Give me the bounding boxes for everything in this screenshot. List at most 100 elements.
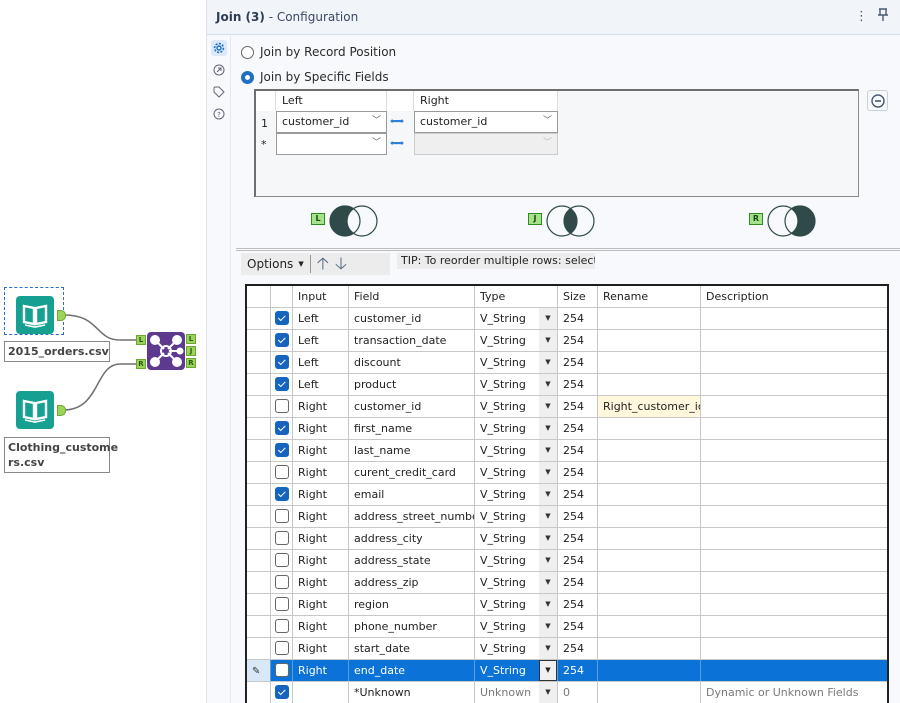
type-dropdown-icon[interactable]: ▼ (539, 462, 557, 483)
include-checkbox[interactable] (275, 421, 289, 435)
type-dropdown-icon[interactable]: ▼ (539, 682, 557, 703)
header-rename[interactable]: Rename (598, 286, 701, 307)
rename-cell[interactable] (598, 330, 701, 351)
remove-row-button[interactable] (867, 90, 888, 111)
size-cell[interactable]: 254 (558, 616, 598, 637)
include-checkbox[interactable] (275, 641, 289, 655)
join-input-anchor-right[interactable]: R (136, 359, 146, 369)
header-input[interactable]: Input (293, 286, 349, 307)
table-row[interactable]: Right address_street_number V_String ▼ 254 (247, 506, 887, 528)
row-selector[interactable] (247, 374, 271, 395)
row-selector[interactable] (247, 418, 271, 439)
table-row[interactable]: Right address_city V_String ▼ 254 (247, 528, 887, 550)
table-row[interactable]: Right last_name V_String ▼ 254 (247, 440, 887, 462)
table-row[interactable]: Left transaction_date V_String ▼ 254 (247, 330, 887, 352)
table-row[interactable]: ✎ Right end_date V_String ▼ 254 (247, 660, 887, 682)
row-selector[interactable] (247, 484, 271, 505)
size-cell[interactable]: 254 (558, 418, 598, 439)
output-anchor[interactable] (57, 405, 66, 416)
type-cell[interactable]: V_String ▼ (475, 506, 558, 527)
row-selector[interactable] (247, 440, 271, 461)
input-tool-orders[interactable] (2, 282, 66, 334)
join-output-anchor-join[interactable]: J (186, 346, 196, 356)
pin-icon[interactable] (877, 8, 889, 26)
table-row[interactable]: Left customer_id V_String ▼ 254 (247, 308, 887, 330)
type-cell[interactable]: Unknown ▼ (475, 682, 558, 703)
table-row[interactable]: Right address_state V_String ▼ 254 (247, 550, 887, 572)
type-cell[interactable]: V_String ▼ (475, 462, 558, 483)
row-selector[interactable] (247, 572, 271, 593)
rename-cell[interactable] (598, 616, 701, 637)
include-checkbox[interactable] (275, 509, 289, 523)
include-checkbox[interactable] (275, 553, 289, 567)
description-cell[interactable] (701, 374, 887, 395)
type-cell[interactable]: V_String ▼ (475, 396, 558, 417)
description-cell[interactable] (701, 462, 887, 483)
description-cell[interactable] (701, 528, 887, 549)
description-cell[interactable] (701, 638, 887, 659)
tag-icon[interactable] (211, 84, 227, 100)
description-cell[interactable] (701, 506, 887, 527)
type-cell[interactable]: V_String ▼ (475, 594, 558, 615)
radio-button[interactable] (241, 70, 254, 84)
header-type[interactable]: Type (475, 286, 558, 307)
more-options-icon[interactable]: ⋮ (855, 9, 868, 24)
row-selector[interactable] (247, 594, 271, 615)
type-dropdown-icon[interactable]: ▼ (539, 506, 557, 527)
type-dropdown-icon[interactable]: ▼ (539, 418, 557, 439)
size-cell[interactable]: 254 (558, 440, 598, 461)
type-cell[interactable]: V_String ▼ (475, 440, 558, 461)
type-cell[interactable]: V_String ▼ (475, 352, 558, 373)
description-cell[interactable] (701, 330, 887, 351)
include-checkbox[interactable] (275, 465, 289, 479)
size-cell[interactable]: 254 (558, 308, 598, 329)
size-cell[interactable]: 254 (558, 462, 598, 483)
join-tool[interactable] (147, 332, 185, 370)
size-cell[interactable]: 254 (558, 572, 598, 593)
include-checkbox[interactable] (275, 619, 289, 633)
table-row[interactable]: Right first_name V_String ▼ 254 (247, 418, 887, 440)
description-cell[interactable] (701, 616, 887, 637)
annotation-icon[interactable] (211, 62, 227, 78)
options-dropdown-button[interactable]: Options ▼ (241, 255, 311, 273)
rename-cell[interactable] (598, 484, 701, 505)
type-dropdown-icon[interactable]: ▼ (539, 396, 557, 417)
type-dropdown-icon[interactable]: ▼ (539, 528, 557, 549)
gear-icon[interactable] (211, 40, 227, 56)
rename-cell[interactable] (598, 462, 701, 483)
left-field-select-new[interactable]: ﹀ (276, 133, 387, 155)
type-cell[interactable]: V_String ▼ (475, 418, 558, 439)
size-cell[interactable]: 254 (558, 660, 598, 681)
join-output-anchor-right[interactable]: R (186, 358, 196, 368)
include-checkbox[interactable] (275, 311, 289, 325)
description-cell[interactable] (701, 572, 887, 593)
type-dropdown-icon[interactable]: ▼ (539, 308, 557, 329)
description-cell[interactable] (701, 440, 887, 461)
description-cell[interactable] (701, 484, 887, 505)
rename-cell[interactable] (598, 682, 701, 703)
radio-join-by-record-position[interactable]: Join by Record Position (241, 45, 396, 59)
row-selector[interactable] (247, 638, 271, 659)
row-selector[interactable] (247, 462, 271, 483)
rename-cell[interactable] (598, 528, 701, 549)
description-cell[interactable] (701, 308, 887, 329)
description-cell[interactable] (701, 352, 887, 373)
type-dropdown-icon[interactable]: ▼ (539, 572, 557, 593)
include-checkbox[interactable] (275, 487, 289, 501)
help-icon[interactable]: ? (211, 106, 227, 122)
table-row[interactable]: Right customer_id V_String ▼ 254 Right_custom… (247, 396, 887, 418)
rename-cell[interactable] (598, 660, 701, 681)
include-checkbox[interactable] (275, 575, 289, 589)
table-row[interactable]: Left product V_String ▼ 254 (247, 374, 887, 396)
description-cell[interactable]: Dynamic or Unknown Fields (701, 682, 887, 703)
include-checkbox[interactable] (275, 597, 289, 611)
workflow-canvas[interactable]: 2015_orders.csv Clothing_custome rs.csv (0, 0, 206, 703)
row-selector[interactable] (247, 616, 271, 637)
table-row[interactable]: Right curent_credit_card V_String ▼ 254 (247, 462, 887, 484)
type-dropdown-icon[interactable]: ▼ (539, 594, 557, 615)
row-selector[interactable]: ✎ (247, 660, 271, 681)
type-dropdown-icon[interactable]: ▼ (539, 638, 557, 659)
join-output-anchor-left[interactable]: L (186, 334, 196, 344)
table-row[interactable]: Right region V_String ▼ 254 (247, 594, 887, 616)
size-cell[interactable]: 254 (558, 352, 598, 373)
